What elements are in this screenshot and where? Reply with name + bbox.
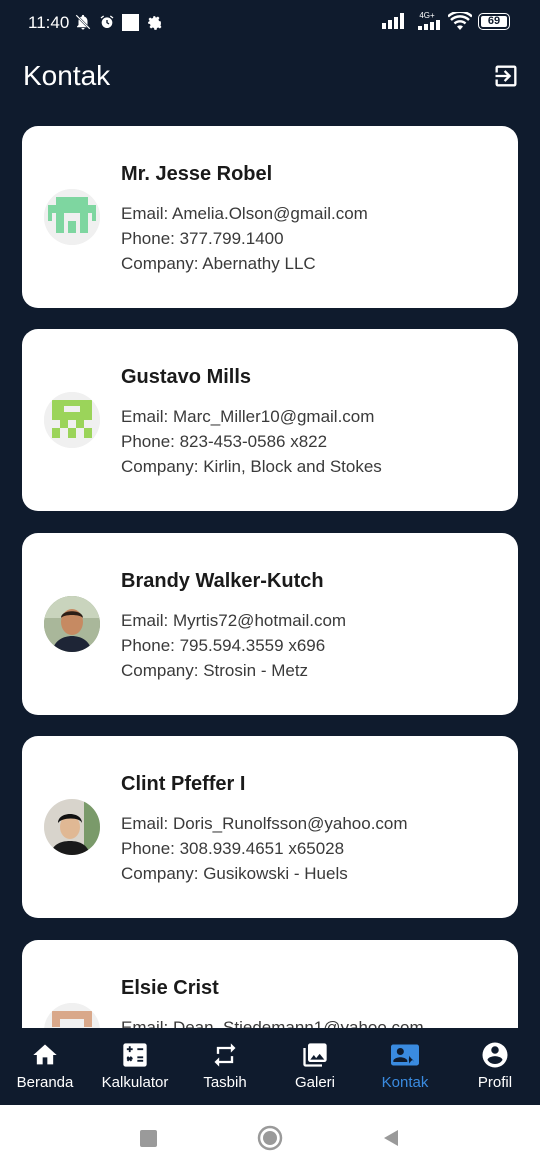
contact-name: Elsie Crist (121, 977, 219, 999)
home-icon (28, 1040, 62, 1070)
contact-phone: Phone: 795.594.3559 x696 (121, 636, 326, 655)
contact-email: Email: Dean_Stiedemann1@yahoo.com (121, 1018, 424, 1028)
status-left-icons (74, 13, 163, 31)
battery-level: 69 (487, 15, 501, 27)
identicon-avatar (44, 392, 100, 448)
nav-item-profil[interactable]: Profil (450, 1028, 540, 1105)
wifi-icon (448, 12, 472, 30)
contact-avatar (44, 392, 100, 448)
status-time: 11:40 (28, 13, 70, 32)
identicon-avatar (44, 1003, 100, 1028)
contact-avatar (44, 596, 100, 652)
contact-phone: Phone: 308.939.4651 x65028 (121, 839, 345, 858)
bottom-nav: Beranda Kalkulator Tasbih Galeri Kontak … (0, 1028, 540, 1105)
profile-photo (44, 596, 100, 652)
app-header: Kontak (0, 46, 540, 108)
contacts-icon (388, 1040, 422, 1070)
nav-label: Profil (477, 1074, 513, 1091)
nav-label: Beranda (16, 1074, 74, 1091)
nav-item-kalkulator[interactable]: Kalkulator (90, 1028, 180, 1105)
nav-item-galeri[interactable]: Galeri (270, 1028, 360, 1105)
signal-4g-icon (418, 20, 440, 30)
recents-icon (139, 1129, 157, 1147)
contact-phone: Phone: 823-453-0586 x822 (121, 432, 328, 451)
contact-card[interactable]: Elsie Crist Email: Dean_Stiedemann1@yaho… (22, 940, 518, 1028)
contact-email: Email: Amelia.Olson@gmail.com (121, 204, 368, 223)
contact-company: Company: Gusikowski - Huels (121, 864, 348, 883)
contact-phone: Phone: 377.799.1400 (121, 229, 284, 248)
contact-name: Brandy Walker-Kutch (121, 570, 324, 592)
logout-icon (495, 65, 517, 87)
contact-company: Company: Abernathy LLC (121, 254, 316, 273)
nav-item-tasbih[interactable]: Tasbih (180, 1028, 270, 1105)
battery-indicator: 69 (478, 12, 510, 30)
system-nav-bar (0, 1105, 540, 1170)
nav-label: Kalkulator (101, 1074, 169, 1091)
network-type: 4G+ (419, 11, 435, 20)
contact-avatar (44, 799, 100, 855)
contact-name: Gustavo Mills (121, 366, 252, 388)
notifications-off-icon (75, 14, 91, 30)
alarm-icon (100, 15, 114, 28)
page-title: Kontak (23, 60, 111, 91)
back-button[interactable] (378, 1125, 404, 1151)
back-triangle-icon (384, 1130, 398, 1146)
home-circle-icon (257, 1125, 283, 1151)
profile-photo (44, 799, 100, 855)
contact-email: Email: Myrtis72@hotmail.com (121, 611, 347, 630)
contact-card[interactable]: Mr. Jesse Robel Email: Amelia.Olson@gmai… (22, 126, 518, 308)
contact-email: Email: Marc_Miller10@gmail.com (121, 407, 375, 426)
settings-icon (148, 15, 162, 30)
contact-avatar (44, 1003, 100, 1028)
contact-card[interactable]: Brandy Walker-Kutch Email: Myrtis72@hotm… (22, 533, 518, 715)
logout-button[interactable] (491, 61, 521, 91)
nav-label: Galeri (294, 1074, 335, 1091)
contact-avatar (44, 189, 100, 245)
recents-button[interactable] (135, 1125, 161, 1151)
contact-card[interactable]: Clint Pfeffer I Email: Doris_Runolfsson@… (22, 736, 518, 918)
home-button[interactable] (257, 1125, 283, 1151)
status-bar: 11:40 4G+ 69 (0, 0, 540, 46)
gallery-icon (298, 1040, 332, 1070)
contact-email: Email: Doris_Runolfsson@yahoo.com (121, 814, 408, 833)
square-notification-icon (122, 13, 139, 31)
nav-item-beranda[interactable]: Beranda (0, 1028, 90, 1105)
nav-label: Tasbih (203, 1074, 247, 1091)
contact-company: Company: Strosin - Metz (121, 661, 309, 680)
contact-list[interactable]: Mr. Jesse Robel Email: Amelia.Olson@gmai… (0, 108, 540, 1028)
contact-card[interactable]: Gustavo Mills Email: Marc_Miller10@gmail… (22, 329, 518, 511)
contact-name: Clint Pfeffer I (121, 773, 246, 795)
nav-item-kontak[interactable]: Kontak (360, 1028, 450, 1105)
status-right-icons: 4G+ 69 (382, 12, 510, 30)
account-icon (478, 1040, 512, 1070)
repeat-icon (208, 1040, 242, 1070)
contact-name: Mr. Jesse Robel (121, 163, 273, 185)
nav-label: Kontak (381, 1074, 429, 1091)
signal-icon (382, 13, 404, 29)
contact-company: Company: Kirlin, Block and Stokes (121, 457, 382, 476)
identicon-avatar (44, 189, 100, 245)
calculator-icon (118, 1040, 152, 1070)
